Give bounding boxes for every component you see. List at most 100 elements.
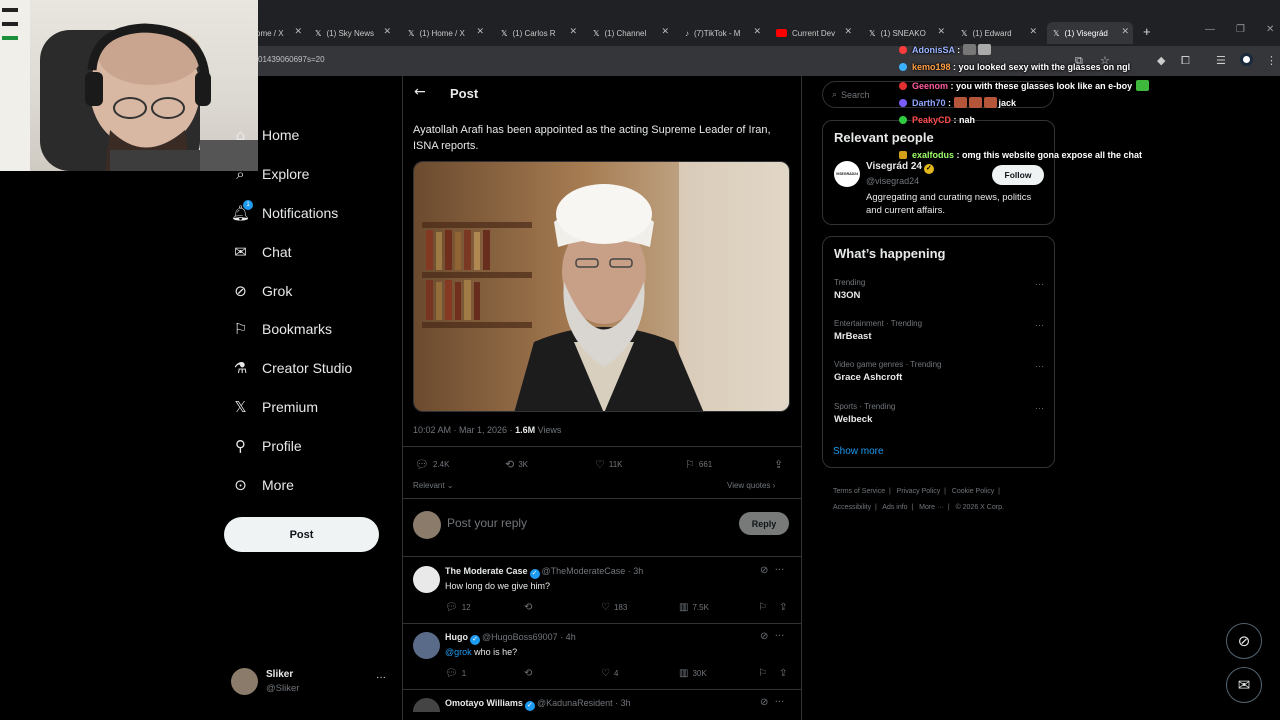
reply-bookmark-action[interactable]: ⚐	[758, 602, 771, 613]
follow-button[interactable]: Follow	[992, 165, 1044, 185]
grok-float-button[interactable]: ⊘	[1226, 623, 1262, 659]
close-window-icon[interactable]: ✕	[1266, 24, 1274, 35]
browser-tab[interactable]: 𝕏 (1) SNEAKO ✕	[863, 22, 949, 44]
reply-author[interactable]: The Moderate Case	[445, 566, 528, 576]
reply-tools[interactable]: ⊘ ···	[760, 631, 784, 642]
tab-close-icon[interactable]: ✕	[569, 26, 577, 37]
tab-close-icon[interactable]: ✕	[1121, 26, 1129, 37]
view-quotes-link[interactable]: View quotes ›	[727, 481, 775, 490]
sidebar-item-premium[interactable]: 𝕏 Premium	[231, 395, 318, 419]
sidebar-item-grok[interactable]: ⊘ Grok	[231, 279, 292, 303]
more-icon[interactable]: ···	[1035, 361, 1044, 371]
tab-title: (7)TikTok - M	[694, 28, 741, 38]
post-button[interactable]: Post	[224, 517, 379, 552]
reply-author[interactable]: Omotayo Williams	[445, 698, 523, 708]
more-icon[interactable]: ···	[1035, 320, 1044, 330]
sort-dropdown[interactable]: Relevant ⌄	[413, 481, 454, 490]
repost-action[interactable]: ⟲ 3K	[505, 458, 528, 471]
browser-tab[interactable]: ♪ (7)TikTok - M ✕	[679, 22, 765, 44]
tab-close-icon[interactable]: ✕	[476, 26, 484, 37]
browser-tab[interactable]: 𝕏 (1) Carlos R ✕	[495, 22, 581, 44]
browser-tab-active[interactable]: 𝕏 (1) Visegrád ✕	[1047, 22, 1133, 44]
reply-bookmark-action[interactable]: ⚐	[758, 668, 771, 679]
sidebar-item-more[interactable]: ⊙ More	[231, 473, 294, 497]
reply-share-action[interactable]: ⇪	[779, 668, 791, 679]
share-action[interactable]: ⇪	[774, 458, 787, 471]
post-text: Ayatollah Arafi has been appointed as th…	[413, 124, 771, 152]
reply-like-action[interactable]: ♡ 4	[601, 668, 618, 679]
footer-link[interactable]: Cookie Policy	[952, 488, 994, 495]
footer-link[interactable]: Ads info	[882, 504, 907, 511]
browser-tab[interactable]: 𝕏 (1) Channel ✕	[587, 22, 673, 44]
tab-close-icon[interactable]: ✕	[294, 26, 302, 37]
tab-close-icon[interactable]: ✕	[844, 26, 852, 37]
like-action[interactable]: ♡ 11K	[595, 458, 623, 471]
reply-button[interactable]: Reply	[739, 512, 789, 535]
person-name[interactable]: Visegrád 24 ✓	[866, 161, 936, 174]
browser-tab[interactable]: 𝕏 (1) Home / X ✕	[402, 22, 488, 44]
sidebar-item-notifications[interactable]: 🔔︎ 1 Notifications	[231, 199, 338, 225]
sidebar-item-chat[interactable]: ✉ Chat	[231, 240, 291, 264]
back-arrow-icon[interactable]: ←	[414, 84, 426, 100]
messages-float-button[interactable]: ✉	[1226, 667, 1262, 703]
trend-item[interactable]: Entertainment · Trending MrBeast ···	[834, 319, 1044, 342]
tab-title: (1) Carlos R	[512, 28, 556, 38]
footer-link[interactable]: Terms of Service	[833, 488, 885, 495]
reply-tools[interactable]: ⊘ ···	[760, 698, 784, 708]
tab-close-icon[interactable]: ✕	[383, 26, 391, 37]
minimize-icon[interactable]: —	[1205, 24, 1215, 35]
x-logo-icon: 𝕏	[869, 28, 876, 38]
restore-icon[interactable]: ❐	[1236, 24, 1245, 35]
more-icon[interactable]: ···	[1035, 403, 1044, 413]
account-switcher[interactable]: Sliker @Sliker ···	[231, 666, 391, 698]
reply-comment-action[interactable]: 💬︎ 1	[445, 668, 466, 679]
tab-close-icon[interactable]: ✕	[1029, 26, 1037, 37]
footer-link[interactable]: Privacy Policy	[897, 488, 941, 495]
reply-item[interactable]: The Moderate Case ✓ @TheModerateCase · 3h …	[413, 565, 793, 618]
tab-close-icon[interactable]: ✕	[753, 26, 761, 37]
reply-repost-action[interactable]: ⟲	[524, 602, 536, 613]
reply-handle: @KadunaResident · 3h	[536, 698, 631, 708]
browser-tab[interactable]: 𝕏 (1) Sky News ✕	[309, 22, 395, 44]
bookmark-action[interactable]: ⚐ 661	[685, 458, 712, 471]
reply-tools[interactable]: ⊘ ···	[760, 565, 784, 576]
reply-share-action[interactable]: ⇪	[779, 602, 791, 613]
reply-views[interactable]: ▥ 30K	[679, 668, 707, 679]
trend-topic: N3ON	[834, 290, 861, 301]
tab-close-icon[interactable]: ✕	[661, 26, 669, 37]
trend-item[interactable]: Trending N3ON ···	[834, 278, 1044, 301]
column-divider	[801, 76, 802, 720]
more-icon[interactable]: ···	[376, 672, 386, 683]
share-icon: ⇪	[774, 458, 784, 471]
reply-like-action[interactable]: ♡ 183	[601, 602, 627, 613]
url-field[interactable]: 01439060697s=20	[258, 55, 325, 64]
browser-tab[interactable]: ome / X ✕	[250, 22, 306, 44]
tab-title: (1) Edward	[972, 28, 1012, 38]
reply-item[interactable]: Omotayo Williams ✓ @KadunaResident · 3h ⊘ …	[413, 698, 793, 712]
footer-link[interactable]: More ···	[919, 504, 944, 511]
reply-action[interactable]: 💬︎ 2.4K	[415, 458, 449, 471]
reply-author[interactable]: Hugo	[445, 632, 468, 642]
tab-close-icon[interactable]: ✕	[937, 26, 945, 37]
sidebar-item-creator-studio[interactable]: ⚗ Creator Studio	[231, 356, 353, 380]
trend-item[interactable]: Video game genres · Trending Grace Ashcro…	[834, 360, 1044, 383]
reply-item[interactable]: Hugo ✓ @HugoBoss69007 · 4h ⊘ ··· @grok who…	[413, 631, 793, 684]
reply-input[interactable]: Post your reply	[447, 516, 527, 530]
footer-link[interactable]: Accessibility	[833, 504, 871, 511]
sidebar-item-explore[interactable]: ⌕ Explore	[231, 162, 309, 186]
reply-views[interactable]: ▥ 7.5K	[679, 602, 709, 613]
reply-repost-action[interactable]: ⟲	[524, 668, 536, 679]
post-image[interactable]	[413, 161, 790, 412]
more-icon[interactable]: ···	[1035, 279, 1044, 289]
trend-item[interactable]: Sports · Trending Welbeck ···	[834, 402, 1044, 425]
chat-text: you with these glasses look like an e-bo…	[956, 81, 1133, 91]
browser-tab[interactable]: Current Dev ✕	[770, 22, 856, 44]
mention-link[interactable]: @grok	[445, 647, 472, 657]
reply-comment-action[interactable]: 💬︎ 12	[445, 602, 471, 613]
sidebar-item-home[interactable]: ⌂ Home	[231, 123, 300, 147]
show-more-link[interactable]: Show more	[833, 446, 884, 457]
new-tab-button[interactable]: +	[1143, 24, 1151, 39]
sidebar-item-bookmarks[interactable]: ⚐ Bookmarks	[231, 317, 332, 341]
browser-tab[interactable]: 𝕏 (1) Edward ✕	[955, 22, 1041, 44]
sidebar-item-profile[interactable]: ⚲ Profile	[231, 434, 302, 458]
